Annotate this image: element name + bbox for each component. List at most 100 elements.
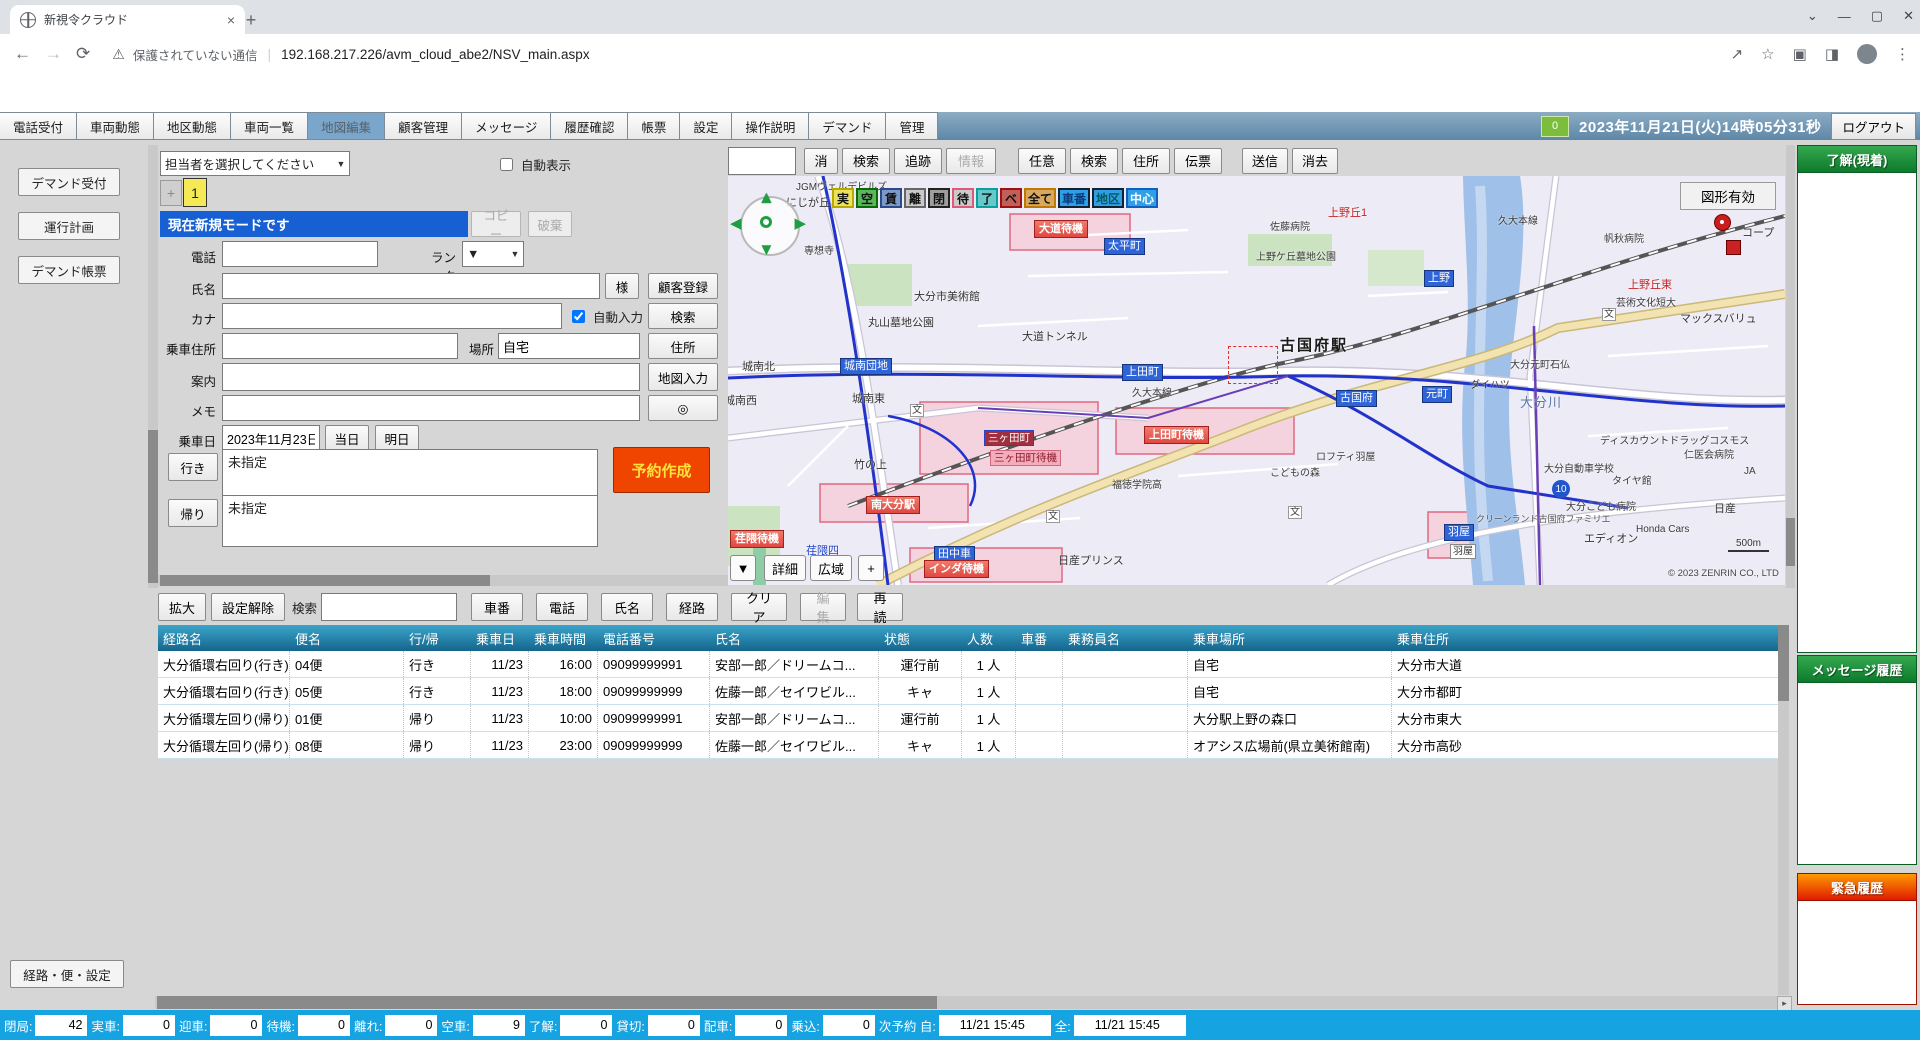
demand-reception-button[interactable]: デマンド受付 bbox=[18, 168, 120, 196]
pan-right-icon[interactable]: ▶ bbox=[794, 214, 806, 232]
table-toolbar-button[interactable]: 拡大 bbox=[158, 593, 206, 621]
map-detail-button[interactable]: 詳細 bbox=[764, 555, 806, 581]
table-row[interactable]: 大分循環右回り(行き)04便行き 11/2316:0009099999991 安… bbox=[158, 651, 1778, 678]
kana-input[interactable] bbox=[222, 303, 562, 329]
copy-button[interactable]: コピー bbox=[471, 211, 521, 237]
menu-item[interactable]: 地図編集 bbox=[308, 112, 385, 140]
map-input-button[interactable]: 地図入力 bbox=[648, 363, 718, 391]
menu-item[interactable]: 操作説明 bbox=[732, 112, 809, 140]
browser-tab[interactable]: 新視令クラウド × bbox=[10, 5, 245, 34]
menu-item[interactable]: 履歴確認 bbox=[551, 112, 628, 140]
map-search-input[interactable] bbox=[728, 147, 796, 175]
demand-report-button[interactable]: デマンド帳票 bbox=[18, 256, 120, 284]
add-tab-button[interactable]: + bbox=[160, 180, 182, 206]
table-toolbar-button[interactable]: 再読 bbox=[857, 593, 903, 621]
side-panel-icon[interactable]: ◨ bbox=[1825, 45, 1839, 63]
table-header-cell[interactable]: 乗車住所 bbox=[1392, 625, 1778, 651]
map-toolbar-button[interactable]: 伝票 bbox=[1174, 148, 1222, 174]
table-toolbar-button[interactable]: 経路 bbox=[666, 593, 718, 621]
table-header-cell[interactable]: 行/帰 bbox=[404, 625, 471, 651]
browser-menu-icon[interactable]: ⋮ bbox=[1895, 45, 1910, 63]
inbound-value-box[interactable]: 未指定 bbox=[222, 495, 598, 547]
url-text[interactable]: 192.168.217.226/avm_cloud_abe2/NSV_main.… bbox=[281, 47, 589, 62]
menu-item[interactable]: デマンド bbox=[809, 112, 886, 140]
table-header-cell[interactable]: 乗車場所 bbox=[1188, 625, 1392, 651]
menu-item[interactable]: 電話受付 bbox=[0, 112, 77, 140]
menu-item[interactable]: メッセージ bbox=[462, 112, 551, 140]
menu-item[interactable]: 管理 bbox=[886, 112, 938, 140]
shape-enable-button[interactable]: 図形有効 bbox=[1680, 182, 1776, 210]
search-button[interactable]: 検索 bbox=[648, 303, 718, 329]
map-layer-toggle[interactable]: 車番 bbox=[1058, 188, 1090, 208]
form-h-scrollbar-thumb[interactable] bbox=[160, 575, 490, 586]
ride-date-input[interactable] bbox=[222, 425, 320, 451]
table-h-scrollbar-thumb[interactable] bbox=[157, 996, 937, 1009]
map-wide-button[interactable]: 広域 bbox=[810, 555, 852, 581]
map-layer-toggle[interactable]: 実 bbox=[832, 188, 854, 208]
map-zoom-in-button[interactable]: + bbox=[858, 555, 884, 581]
map-layer-toggle[interactable]: 賃 bbox=[880, 188, 902, 208]
map-toolbar-button[interactable]: 任意 bbox=[1018, 148, 1066, 174]
staff-select[interactable]: 担当者を選択してください ▼ bbox=[160, 151, 350, 176]
pickup-address-input[interactable] bbox=[222, 333, 458, 359]
tab-close-icon[interactable]: × bbox=[227, 12, 235, 28]
table-header-cell[interactable]: 氏名 bbox=[710, 625, 879, 651]
memo-icon-button[interactable]: ◎ bbox=[648, 395, 718, 421]
customer-register-button[interactable]: 顧客登録 bbox=[648, 273, 718, 299]
table-row[interactable]: 大分循環左回り(帰り)01便帰り 11/2310:0009099999991 安… bbox=[158, 705, 1778, 732]
pan-center-icon[interactable] bbox=[760, 216, 772, 228]
emergency-history-body[interactable] bbox=[1797, 901, 1917, 1005]
table-v-scrollbar-thumb[interactable] bbox=[1778, 625, 1789, 701]
map-dropdown-button[interactable]: ▼ bbox=[730, 555, 756, 581]
not-secure-warning-icon[interactable]: ⚠ bbox=[112, 46, 125, 63]
form-scrollbar-thumb[interactable] bbox=[148, 430, 158, 583]
discard-button[interactable]: 破棄 bbox=[528, 211, 572, 237]
table-header-cell[interactable]: 経路名 bbox=[158, 625, 290, 651]
table-header-cell[interactable]: 便名 bbox=[290, 625, 404, 651]
today-button[interactable]: 当日 bbox=[325, 425, 369, 451]
map-toolbar-button[interactable]: 検索 bbox=[842, 148, 890, 174]
map-layer-toggle[interactable]: 離 bbox=[904, 188, 926, 208]
table-toolbar-button[interactable]: 設定解除 bbox=[211, 593, 285, 621]
guide-input[interactable] bbox=[222, 363, 640, 391]
inbound-button[interactable]: 帰り bbox=[168, 499, 218, 527]
outbound-value-box[interactable]: 未指定 bbox=[222, 449, 598, 501]
forward-icon[interactable]: → bbox=[45, 44, 62, 64]
table-header-cell[interactable]: 状態 bbox=[879, 625, 962, 651]
map-layer-toggle[interactable]: 閉 bbox=[928, 188, 950, 208]
map-layer-toggle[interactable]: 空 bbox=[856, 188, 878, 208]
menu-item[interactable]: 設定 bbox=[680, 112, 732, 140]
pan-up-icon[interactable]: ▲ bbox=[758, 188, 775, 208]
place-input[interactable] bbox=[498, 333, 640, 359]
memo-input[interactable] bbox=[222, 395, 640, 421]
menu-item[interactable]: 顧客管理 bbox=[385, 112, 462, 140]
chevron-down-icon[interactable]: ⌄ bbox=[1807, 8, 1818, 24]
tab-1[interactable]: 1 bbox=[183, 178, 207, 207]
table-header-cell[interactable]: 乗車時間 bbox=[529, 625, 598, 651]
table-header-cell[interactable]: 乗車日 bbox=[471, 625, 529, 651]
operation-plan-button[interactable]: 運行計画 bbox=[18, 212, 120, 240]
maximize-icon[interactable]: ▢ bbox=[1871, 8, 1883, 24]
profile-avatar[interactable] bbox=[1857, 44, 1877, 64]
reload-icon[interactable]: ⟳ bbox=[76, 44, 90, 64]
table-header-cell[interactable]: 電話番号 bbox=[598, 625, 710, 651]
outbound-button[interactable]: 行き bbox=[168, 453, 218, 481]
map-scrollbar-thumb[interactable] bbox=[1786, 518, 1795, 566]
map-toolbar-button[interactable]: 消 bbox=[804, 148, 838, 174]
map-layer-toggle[interactable]: 了 bbox=[976, 188, 998, 208]
create-reservation-button[interactable]: 予約作成 bbox=[613, 447, 710, 493]
ack-panel-body[interactable] bbox=[1797, 173, 1917, 653]
scroll-right-arrow[interactable]: ▸ bbox=[1777, 996, 1792, 1011]
name-input[interactable] bbox=[222, 273, 600, 299]
map-toolbar-button[interactable]: 検索 bbox=[1070, 148, 1118, 174]
map-toolbar-button[interactable]: 住所 bbox=[1122, 148, 1170, 174]
map-layer-toggle[interactable]: ベ bbox=[1000, 188, 1022, 208]
table-toolbar-button[interactable]: 電話 bbox=[536, 593, 588, 621]
route-service-settings-button[interactable]: 経路・便・設定 bbox=[10, 960, 124, 988]
address-button[interactable]: 住所 bbox=[648, 333, 718, 359]
new-tab-button[interactable]: + bbox=[238, 8, 264, 32]
map-toolbar-button[interactable]: 送信 bbox=[1242, 148, 1288, 174]
map-canvas[interactable]: ▲ ▼ ◀ ▶ 実空賃離閉待了ベ全て車番地区中心 図形有効 JGMヴェルデビルズ… bbox=[728, 176, 1785, 585]
auto-display-checkbox[interactable] bbox=[500, 158, 513, 171]
bookmark-star-icon[interactable]: ☆ bbox=[1761, 45, 1774, 63]
